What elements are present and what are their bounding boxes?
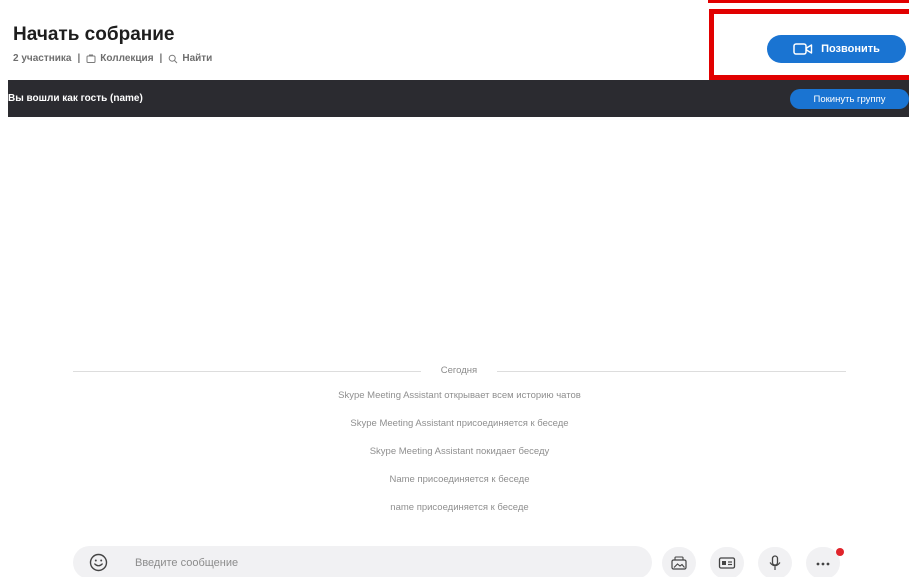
system-event: name присоединяется к беседе [390,502,529,513]
more-options-button[interactable] [806,547,840,577]
meta-separator: | [77,53,81,64]
contact-card-icon [718,557,736,569]
guest-message: Вы вошли как гость (name) [8,93,143,104]
emoji-icon[interactable] [89,553,108,572]
more-icon [816,562,830,566]
message-input-placeholder[interactable]: Введите сообщение [135,557,238,569]
divider-line [497,371,846,372]
gallery-label: Коллекция [100,53,154,64]
meta-separator: | [159,53,163,64]
record-audio-button[interactable] [758,547,792,577]
day-label: Сегодня [440,365,478,376]
system-event: Skype Meeting Assistant открывает всем и… [338,390,581,401]
send-media-button[interactable] [662,547,696,577]
system-event: Skype Meeting Assistant присоединяется к… [350,418,569,429]
divider-line [73,371,421,372]
microphone-icon [769,555,781,570]
participants-count[interactable]: 2 участника [13,53,71,64]
leave-group-button[interactable]: Покинуть группу [790,89,909,109]
media-icon [671,556,687,570]
find-link[interactable]: Найти [168,53,212,64]
day-divider: Сегодня [73,365,846,379]
conversation-title[interactable]: Начать собрание [13,24,174,46]
gallery-link[interactable]: Коллекция [86,53,154,64]
notification-badge [836,548,844,556]
guest-banner: Вы вошли как гость (name) Покинуть групп… [8,80,909,117]
call-button-label: Позвонить [821,43,880,55]
find-label: Найти [182,53,213,64]
message-composer[interactable]: Введите сообщение [73,546,652,577]
video-call-icon [793,43,813,55]
highlight-edge [708,0,909,3]
top-strip [0,0,909,8]
search-icon [169,54,178,63]
call-button[interactable]: Позвонить [767,35,906,63]
gallery-icon [86,54,96,63]
system-event: Name присоединяется к беседе [389,474,530,485]
system-event: Skype Meeting Assistant покидает беседу [369,446,550,457]
send-contact-button[interactable] [710,547,744,577]
conversation-meta: 2 участника | Коллекция | Найти [13,53,212,64]
